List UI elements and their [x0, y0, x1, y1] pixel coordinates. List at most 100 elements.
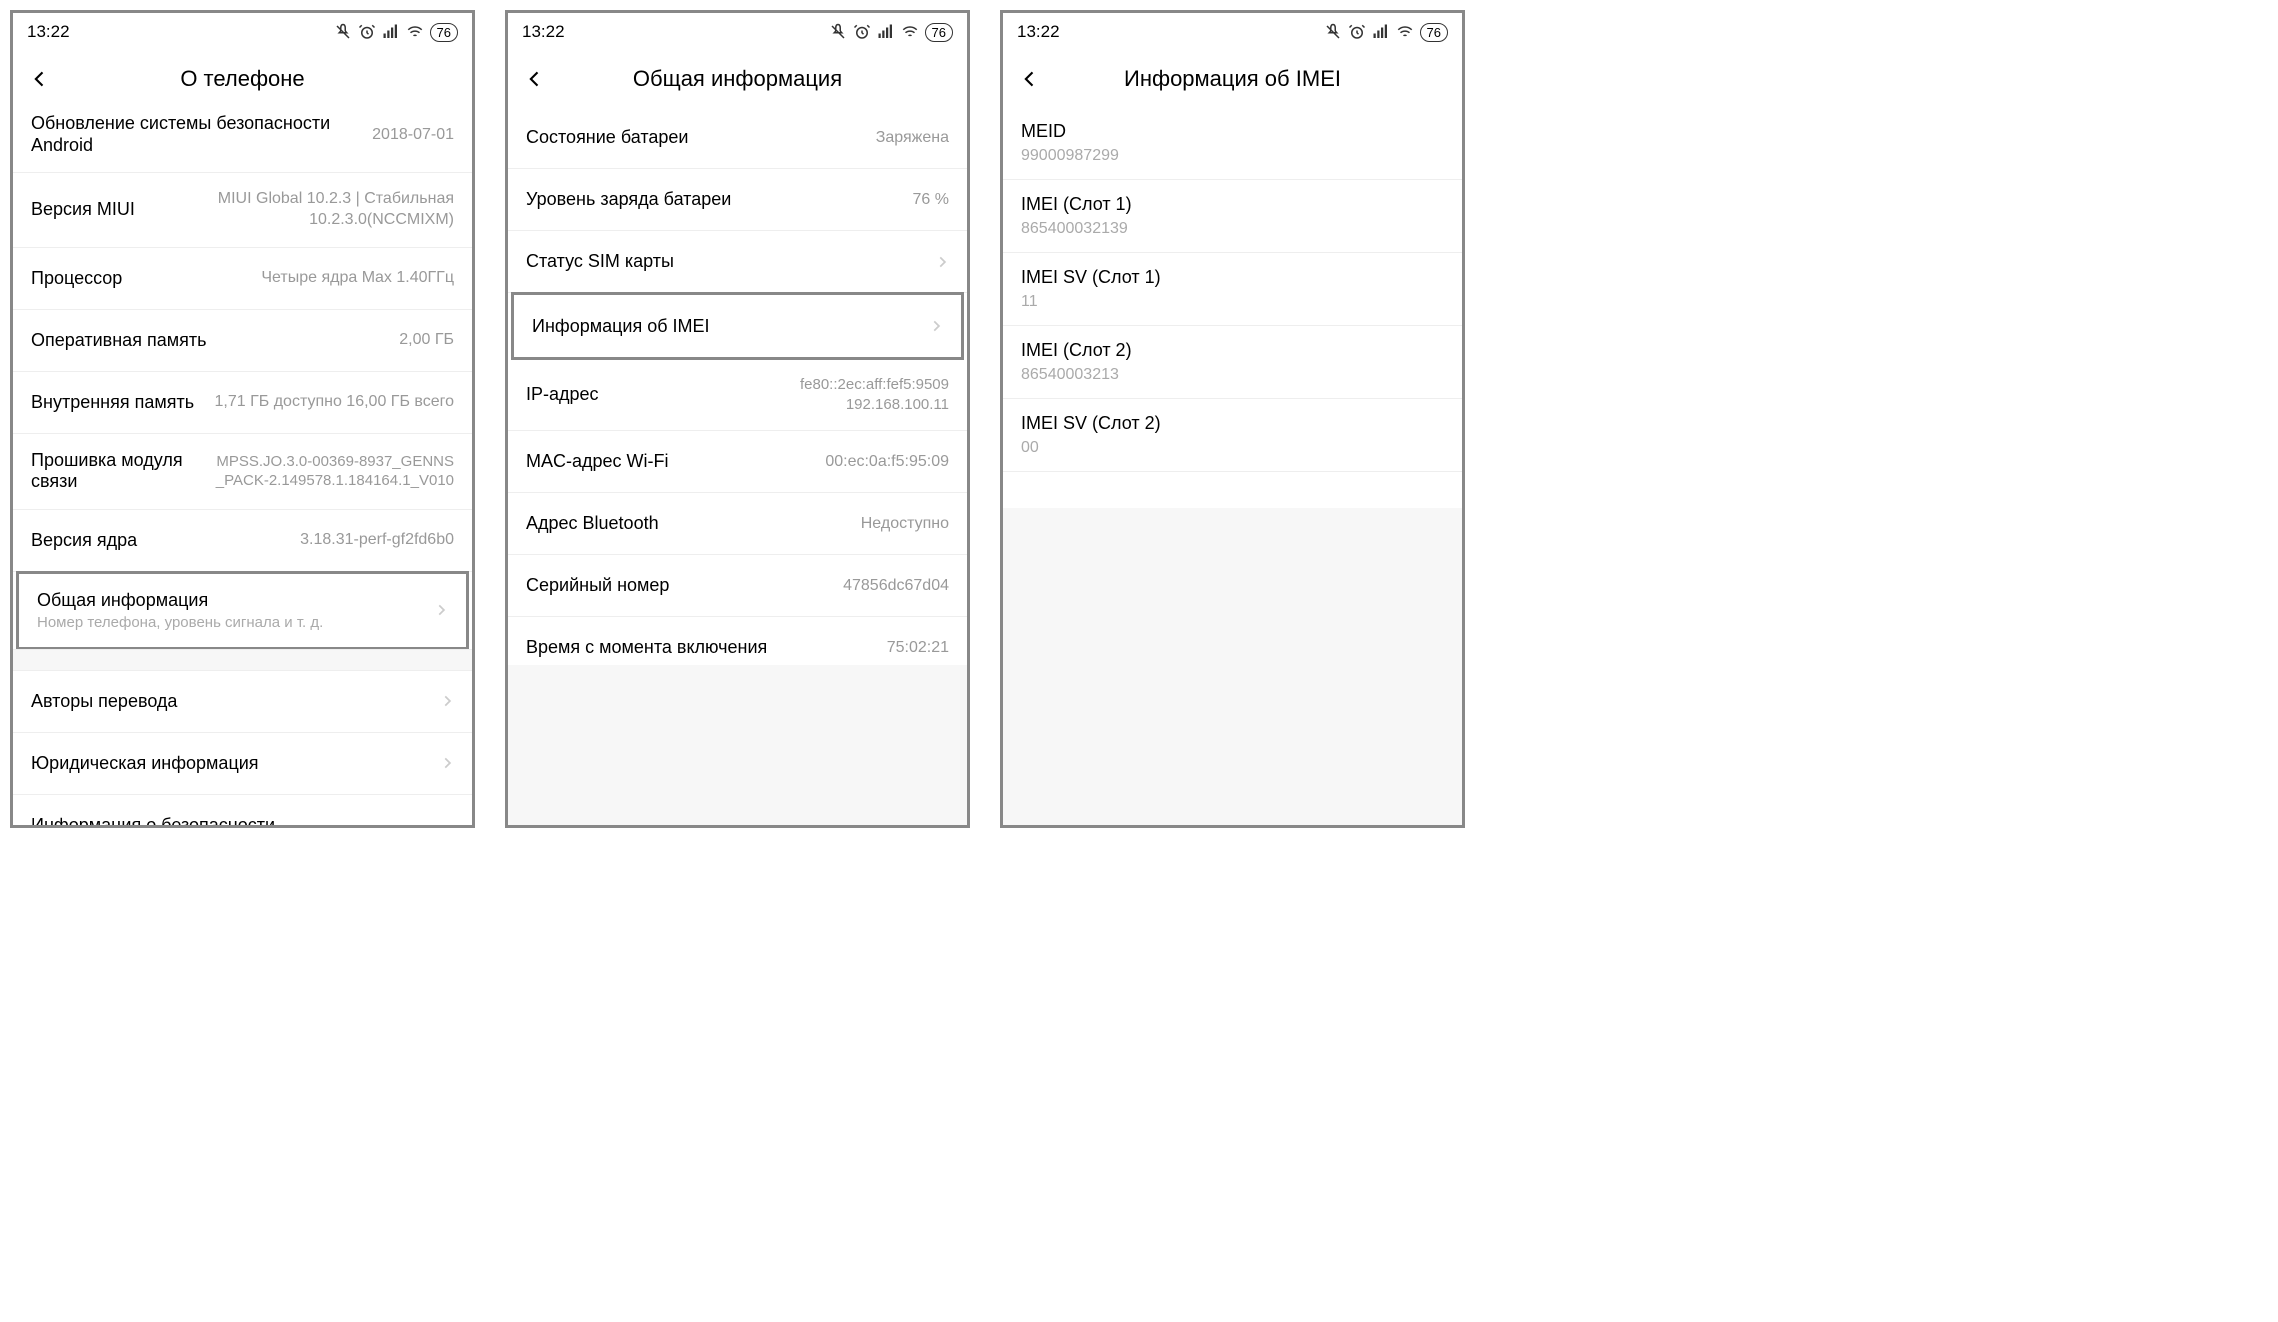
chevron-right-icon	[935, 255, 949, 269]
wifi-icon	[1396, 23, 1414, 41]
row-general-info[interactable]: Общая информация Номер телефона, уровень…	[19, 574, 466, 647]
row-value: 86540003213	[1021, 366, 1444, 384]
row-label: IMEI SV (Слот 1)	[1021, 267, 1444, 288]
row-safety-info[interactable]: Информация о безопасности	[13, 795, 472, 828]
row-value: 47856dc67d04	[843, 577, 949, 595]
battery-indicator: 76	[1420, 23, 1448, 42]
back-button[interactable]	[23, 59, 57, 99]
wifi-icon	[901, 23, 919, 41]
empty-area	[508, 665, 967, 825]
row-imei-slot2[interactable]: IMEI (Слот 2) 86540003213	[1003, 326, 1462, 399]
row-label: Внутренняя память	[31, 392, 215, 413]
status-icons: 76	[1324, 23, 1448, 42]
signal-icon	[382, 23, 400, 41]
row-label: IMEI SV (Слот 2)	[1021, 413, 1444, 434]
row-imei-slot1[interactable]: IMEI (Слот 1) 865400032139	[1003, 180, 1462, 253]
signal-icon	[877, 23, 895, 41]
chevron-right-icon	[440, 694, 454, 708]
chevron-left-icon	[30, 69, 50, 89]
status-icons: 76	[334, 23, 458, 42]
row-value: 76 %	[913, 191, 949, 209]
header: Общая информация	[508, 51, 967, 107]
wifi-icon	[406, 23, 424, 41]
row-label: Состояние батареи	[526, 127, 876, 148]
chevron-right-icon	[434, 603, 448, 617]
section-divider	[13, 649, 472, 671]
row-label: Уровень заряда батареи	[526, 189, 913, 210]
status-icons: 76	[829, 23, 953, 42]
row-label: Серийный номер	[526, 575, 843, 596]
signal-icon	[1372, 23, 1390, 41]
row-mac-address[interactable]: MAC-адрес Wi-Fi 00:ec:0a:f5:95:09	[508, 431, 967, 493]
phone-screen-imei: 13:22 76 Информация об IMEI MEID 9900098…	[1000, 10, 1465, 828]
row-legal-info[interactable]: Юридическая информация	[13, 733, 472, 795]
row-label: Время с момента включения	[526, 637, 887, 658]
row-meid[interactable]: MEID 99000987299	[1003, 107, 1462, 180]
page-title: Информация об IMEI	[1047, 66, 1418, 92]
mute-icon	[1324, 23, 1342, 41]
row-security-patch[interactable]: Обновление системы безопасности Android …	[13, 107, 472, 173]
row-label: IMEI (Слот 1)	[1021, 194, 1444, 215]
row-translation-credits[interactable]: Авторы перевода	[13, 671, 472, 733]
phone-screen-status: 13:22 76 Общая информация Состояние бата…	[505, 10, 970, 828]
row-value: 11	[1021, 293, 1444, 311]
row-label: Статус SIM карты	[526, 251, 935, 272]
row-storage[interactable]: Внутренняя память 1,71 ГБ доступно 16,00…	[13, 372, 472, 434]
row-label: Авторы перевода	[31, 691, 440, 712]
row-value: Четыре ядра Max 1.40ГГц	[261, 269, 454, 287]
row-battery-level[interactable]: Уровень заряда батареи 76 %	[508, 169, 967, 231]
row-value: MIUI Global 10.2.3 | Стабильная 10.2.3.0…	[209, 189, 454, 231]
statusbar: 13:22 76	[508, 13, 967, 51]
row-sim-status[interactable]: Статус SIM карты	[508, 231, 967, 293]
row-value: 00	[1021, 439, 1444, 457]
row-value: 3.18.31-perf-gf2fd6b0	[300, 531, 454, 549]
row-miui-version[interactable]: Версия MIUI MIUI Global 10.2.3 | Стабиль…	[13, 173, 472, 248]
highlight-general-info: Общая информация Номер телефона, уровень…	[16, 571, 469, 650]
row-baseband[interactable]: Прошивка модуля связи MPSS.JO.3.0-00369-…	[13, 434, 472, 510]
empty-area	[1003, 508, 1462, 825]
chevron-left-icon	[1020, 69, 1040, 89]
alarm-icon	[358, 23, 376, 41]
page-title: О телефоне	[57, 66, 428, 92]
status-time: 13:22	[27, 22, 70, 42]
row-label: Прошивка модуля связи	[31, 450, 209, 493]
row-value: 865400032139	[1021, 220, 1444, 238]
row-imei-info[interactable]: Информация об IMEI	[514, 295, 961, 357]
row-label: Процессор	[31, 268, 261, 289]
statusbar: 13:22 76	[1003, 13, 1462, 51]
battery-indicator: 76	[925, 23, 953, 42]
mute-icon	[829, 23, 847, 41]
alarm-icon	[853, 23, 871, 41]
row-value: fe80::2ec:aff:fef5:9509 192.168.100.11	[704, 375, 949, 414]
row-value: 75:02:21	[887, 639, 949, 657]
back-button[interactable]	[518, 59, 552, 99]
row-ip-address[interactable]: IP-адрес fe80::2ec:aff:fef5:9509 192.168…	[508, 359, 967, 431]
back-button[interactable]	[1013, 59, 1047, 99]
row-serial-number[interactable]: Серийный номер 47856dc67d04	[508, 555, 967, 617]
row-label: Версия ядра	[31, 530, 300, 551]
row-imeisv-slot1[interactable]: IMEI SV (Слот 1) 11	[1003, 253, 1462, 326]
row-sublabel: Номер телефона, уровень сигнала и т. д.	[37, 614, 434, 631]
status-time: 13:22	[1017, 22, 1060, 42]
row-value: Заряжена	[876, 129, 949, 147]
alarm-icon	[1348, 23, 1366, 41]
row-value: Недоступно	[861, 515, 949, 533]
header: О телефоне	[13, 51, 472, 107]
row-label: Обновление системы безопасности Android	[31, 113, 372, 156]
highlight-imei-info: Информация об IMEI	[511, 292, 964, 360]
row-cpu[interactable]: Процессор Четыре ядра Max 1.40ГГц	[13, 248, 472, 310]
row-value: 00:ec:0a:f5:95:09	[825, 453, 949, 471]
header: Информация об IMEI	[1003, 51, 1462, 107]
row-ram[interactable]: Оперативная память 2,00 ГБ	[13, 310, 472, 372]
chevron-right-icon	[440, 756, 454, 770]
row-label: MAC-адрес Wi-Fi	[526, 451, 825, 472]
row-bluetooth-address[interactable]: Адрес Bluetooth Недоступно	[508, 493, 967, 555]
row-label: MEID	[1021, 121, 1444, 142]
row-label: Адрес Bluetooth	[526, 513, 861, 534]
row-label: Юридическая информация	[31, 753, 440, 774]
row-value: 2,00 ГБ	[399, 331, 454, 349]
settings-list: Обновление системы безопасности Android …	[13, 107, 472, 828]
row-imeisv-slot2[interactable]: IMEI SV (Слот 2) 00	[1003, 399, 1462, 472]
row-kernel[interactable]: Версия ядра 3.18.31-perf-gf2fd6b0	[13, 510, 472, 572]
row-battery-status[interactable]: Состояние батареи Заряжена	[508, 107, 967, 169]
